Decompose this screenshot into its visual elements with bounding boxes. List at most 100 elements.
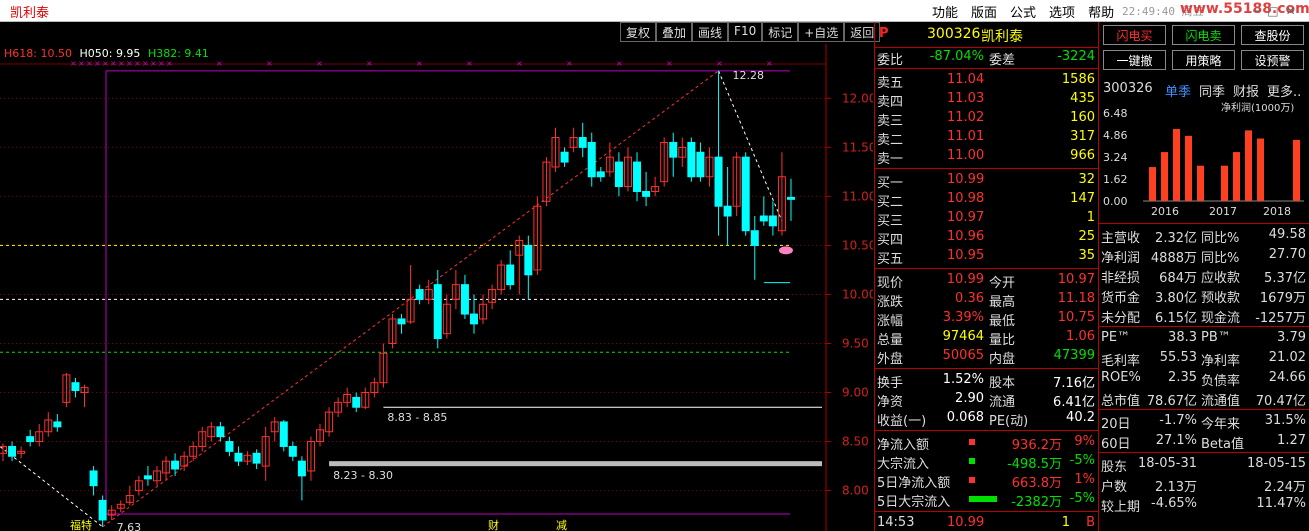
tick-row: 14:53 10.99 1 B	[875, 514, 1098, 531]
bid-volume: 32	[1078, 172, 1095, 187]
info-value: 3.79	[1277, 330, 1306, 345]
flow-label: 5日大宗流入	[877, 495, 951, 510]
info-row: 20日 -1.7% 今年来 31.5%	[1099, 412, 1309, 432]
stat-value: 0.36	[955, 291, 984, 306]
mark-button[interactable]: 标记	[762, 22, 799, 42]
bar-x-label: 2018	[1263, 205, 1291, 218]
weicha-value: -3224	[1057, 49, 1095, 64]
bid-book: 买一 10.99 32 买二 10.98 147 买三 10.97 1 买四 10.96 25 买五 10…	[875, 169, 1098, 269]
info-row: 较上期 -4.65% 11.47%	[1099, 495, 1309, 515]
candle-down	[642, 190, 651, 197]
menu-help[interactable]: 帮助	[1088, 2, 1114, 21]
menu-layout[interactable]: 版面	[971, 2, 997, 21]
minimize-icon[interactable]: ─	[1253, 4, 1260, 18]
info-label: PE™	[1101, 330, 1131, 345]
info-value: 38.3	[1168, 330, 1197, 345]
bid-volume: 25	[1078, 229, 1095, 244]
tab-more[interactable]: 更多..	[1267, 81, 1301, 100]
info-value: 1.27	[1277, 433, 1306, 448]
stat-label: 现价	[877, 276, 904, 291]
ask-volume: 435	[1070, 91, 1095, 106]
overlay-button[interactable]: 叠加	[656, 22, 693, 42]
info-panel: 闪电买 闪电卖 查股份 一键撤 用策略 设预警 300326 单季 同季 财报 更多.. …	[1098, 22, 1309, 531]
event-marker: ×	[716, 59, 723, 68]
menu-options[interactable]: 选项	[1049, 2, 1075, 21]
event-marker: ×	[134, 59, 141, 68]
candle-down	[433, 284, 442, 340]
f10-button[interactable]: F10	[728, 22, 763, 42]
info-label: 净利率	[1201, 354, 1241, 369]
query-shares-button[interactable]: 查股份	[1241, 25, 1304, 45]
stat-value: 11.18	[1057, 291, 1095, 306]
y-tick-label: 10.00	[842, 287, 873, 301]
flash-buy-button[interactable]: 闪电买	[1103, 25, 1166, 45]
candle-down	[171, 460, 180, 470]
ask-price: 11.02	[947, 110, 985, 125]
event-marker: ×	[416, 59, 423, 68]
event-marker: ×	[466, 59, 473, 68]
info-label: 毛利率	[1101, 354, 1141, 369]
stat-label: 内盘	[989, 352, 1016, 367]
alert-button[interactable]: 设预警	[1241, 50, 1304, 70]
profit-bar	[1185, 135, 1192, 201]
tab-same-quarter[interactable]: 同季	[1199, 81, 1225, 100]
info-label: 户数	[1101, 480, 1128, 495]
finance-valuation: PE™ 38.3 PB™ 3.79 毛利率 55.53 净利率 21.02 ROE% 2.35 负债…	[1099, 326, 1309, 409]
y-tick-label: 9.50	[842, 336, 869, 350]
restore-rights-button[interactable]: 复权	[620, 22, 657, 42]
strategy-button[interactable]: 用策略	[1172, 50, 1235, 70]
bar-x-label: 2016	[1151, 205, 1179, 218]
info-row: 净利润 4888万 同比% 27.70	[1099, 246, 1309, 266]
stat-value: 50065	[942, 348, 984, 363]
event-marker: ×	[666, 59, 673, 68]
finance-tabs: 300326 单季 同季 财报 更多..	[1099, 79, 1309, 101]
button-row: 一键撤 用策略 设预警	[1103, 50, 1309, 75]
add-watchlist-button[interactable]: +自选	[798, 22, 845, 42]
info-label: ROE%	[1101, 370, 1141, 385]
stat-value: 10.97	[1057, 272, 1095, 287]
tab-report[interactable]: 财报	[1233, 81, 1259, 100]
stat-value: 10.75	[1057, 310, 1095, 325]
tick-price: 10.99	[947, 515, 985, 530]
bid-price: 10.99	[947, 172, 985, 187]
candle-down	[288, 445, 297, 457]
candle-down	[460, 284, 469, 315]
bid-label: 买一	[877, 176, 904, 191]
candle-down	[415, 289, 424, 300]
info-row: 非经损 684万 应收款 5.37亿	[1099, 266, 1309, 286]
ask-book: 卖五 11.04 1586 卖四 11.03 435 卖三 11.02 160 卖二 11.01 31…	[875, 69, 1098, 169]
menu-bar: 功能 版面 公式 选项 帮助	[932, 2, 1127, 21]
bid-price: 10.96	[947, 229, 985, 244]
y-tick-label: 8.00	[842, 484, 869, 498]
event-marker: ×	[78, 59, 85, 68]
info-value: 2.35	[1168, 370, 1197, 385]
info-value: 5.37亿	[1264, 271, 1306, 286]
profit-bar	[1293, 139, 1300, 201]
profit-bar	[1245, 130, 1252, 201]
candlestick-chart[interactable]: 12.00 11.50 11.00 10.50 10.00 9.50 9.00 8.50 8.0…	[0, 44, 873, 531]
menu-formula[interactable]: 公式	[1010, 2, 1036, 21]
flow-row: 净流入额 936.2万 9%	[875, 433, 1098, 453]
cancel-all-button[interactable]: 一键撤	[1103, 50, 1166, 70]
decline-line	[0, 446, 103, 528]
flow-percent: -5%	[1069, 491, 1095, 506]
shareholders: 股东 18-05-31 18-05-15 户数 2.13万 2.24万 较上期 -4.65% 1…	[1099, 452, 1309, 515]
bar-y-label: 4.86	[1103, 129, 1128, 142]
info-value: 3.80亿	[1155, 291, 1197, 306]
trade-marker-icon	[778, 246, 793, 255]
stat-row: 收益(一) 0.068 PE(动) 40.2	[875, 409, 1098, 429]
weibi-value: -87.04%	[929, 49, 984, 64]
maximize-icon[interactable]: □	[1267, 4, 1278, 18]
candle-down	[8, 445, 17, 457]
flash-sell-button[interactable]: 闪电卖	[1172, 25, 1235, 45]
stat-value: 97464	[942, 329, 984, 344]
ask-price: 11.00	[947, 148, 985, 163]
close-icon[interactable]: ✕	[1286, 4, 1296, 18]
tick-volume: 1	[1061, 515, 1070, 530]
menu-function[interactable]: 功能	[932, 2, 958, 21]
event-marker: ×	[366, 59, 373, 68]
draw-line-button[interactable]: 画线	[692, 22, 729, 42]
profit-bar	[1197, 165, 1204, 201]
tab-single-quarter[interactable]: 单季	[1165, 81, 1191, 100]
bid-price: 10.95	[947, 248, 985, 263]
